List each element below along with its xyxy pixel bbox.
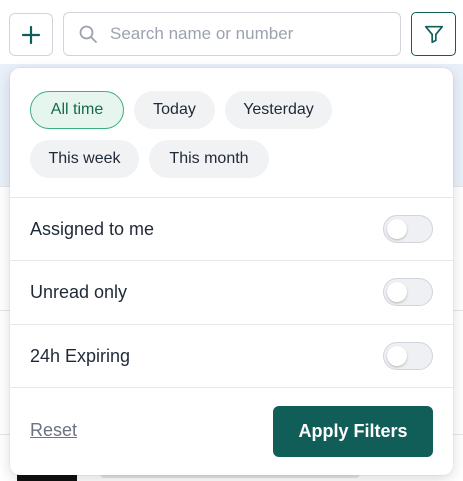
unread-only-toggle[interactable] — [383, 278, 433, 306]
filter-icon — [424, 25, 443, 44]
reset-link[interactable]: Reset — [30, 420, 77, 441]
assigned-to-me-label: Assigned to me — [30, 219, 155, 239]
chip-this-month[interactable]: This month — [149, 140, 269, 178]
filter-button[interactable] — [411, 12, 456, 56]
apply-filters-button[interactable]: Apply Filters — [273, 406, 433, 457]
search-box[interactable] — [63, 12, 401, 56]
plus-icon — [21, 25, 41, 44]
panel-divider — [10, 260, 453, 261]
panel-divider — [10, 197, 453, 198]
chip-all-time[interactable]: All time — [30, 91, 124, 129]
panel-divider — [10, 324, 453, 325]
chip-today[interactable]: Today — [134, 91, 215, 129]
chip-this-week[interactable]: This week — [30, 140, 139, 178]
toggle-knob — [387, 282, 407, 302]
24h-expiring-toggle[interactable] — [383, 342, 433, 370]
unread-only-label: Unread only — [30, 282, 128, 302]
add-button[interactable] — [9, 13, 53, 56]
panel-divider — [10, 387, 453, 388]
toggle-knob — [387, 346, 407, 366]
conversation-list-screen: All time Today Yesterday This week This … — [0, 0, 463, 481]
top-bar — [0, 0, 463, 64]
filter-panel: All time Today Yesterday This week This … — [10, 68, 453, 475]
assigned-to-me-toggle[interactable] — [383, 215, 433, 243]
search-icon — [78, 24, 98, 44]
chip-yesterday[interactable]: Yesterday — [225, 91, 332, 129]
search-input[interactable] — [110, 24, 370, 44]
24h-expiring-label: 24h Expiring — [30, 346, 131, 366]
toggle-knob — [387, 219, 407, 239]
